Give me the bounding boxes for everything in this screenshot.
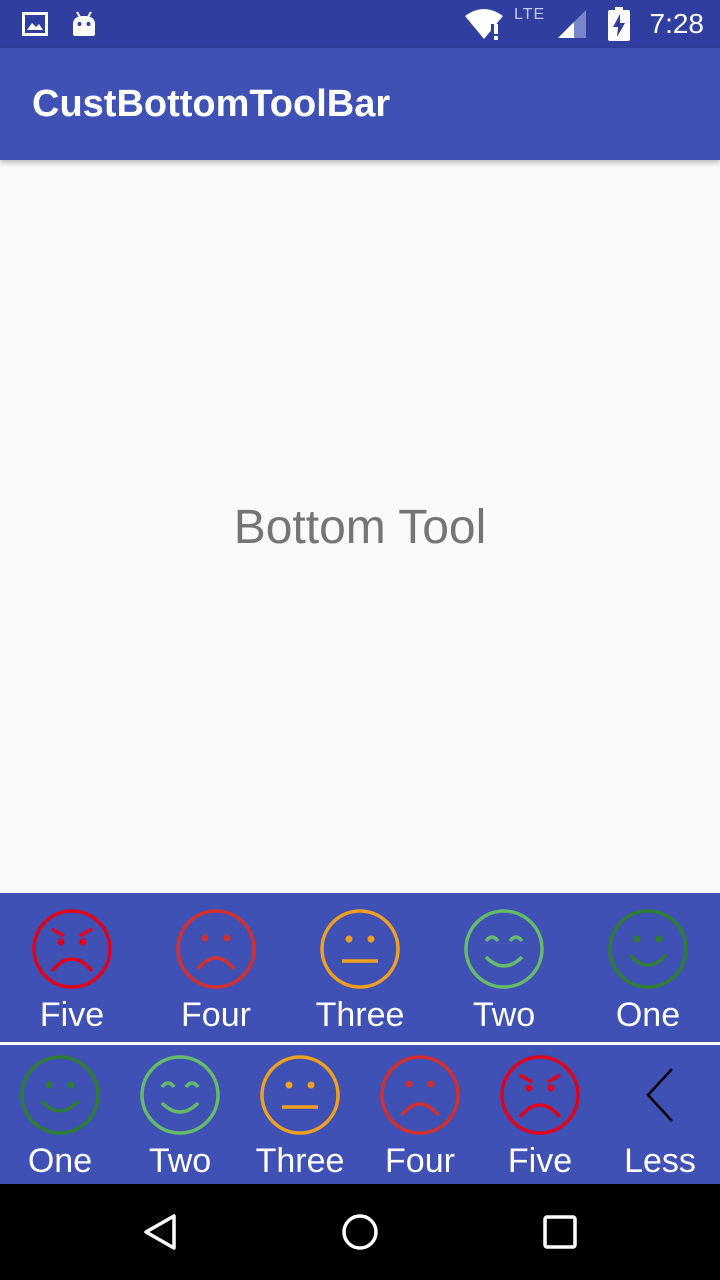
lte-label: LTE bbox=[514, 6, 546, 23]
main-content: Bottom Tool bbox=[0, 160, 720, 893]
content-text: Bottom Tool bbox=[233, 501, 487, 554]
sad-face-icon bbox=[176, 909, 256, 989]
toolbar-item-five[interactable]: Five bbox=[480, 1053, 600, 1181]
app-bar: CustBottomToolBar bbox=[0, 48, 720, 160]
toolbar-item-three[interactable]: Three bbox=[240, 1053, 360, 1181]
recents-icon bbox=[543, 1215, 577, 1249]
toolbar-label: Two bbox=[148, 1142, 212, 1180]
status-bar: LTE 7:28 bbox=[0, 0, 720, 48]
smile-face-icon bbox=[608, 909, 688, 989]
toolbar-label: Four bbox=[181, 996, 251, 1034]
toolbar-item-four[interactable]: Four bbox=[144, 907, 288, 1035]
status-time: 7:28 bbox=[649, 8, 705, 39]
back-button[interactable] bbox=[100, 1184, 220, 1280]
toolbar-label: Five bbox=[507, 1142, 573, 1180]
toolbar-label: One bbox=[27, 1142, 93, 1180]
sad-face-icon bbox=[380, 1055, 460, 1135]
neutral-face-icon bbox=[320, 909, 400, 989]
smiling-eyes-face-icon bbox=[140, 1055, 220, 1135]
smiling-eyes-face-icon bbox=[464, 909, 544, 989]
chevron-left-icon bbox=[646, 1068, 673, 1122]
very-angry-face-icon bbox=[500, 1055, 580, 1135]
system-nav-bar bbox=[0, 1184, 720, 1280]
neutral-face-icon bbox=[260, 1055, 340, 1135]
image-icon bbox=[22, 0, 48, 48]
app-title: CustBottomToolBar bbox=[32, 83, 391, 125]
very-angry-face-icon bbox=[32, 909, 112, 989]
toolbar-item-one[interactable]: One bbox=[0, 1053, 120, 1181]
android-icon bbox=[70, 0, 98, 48]
smile-face-icon bbox=[20, 1055, 100, 1135]
toolbar-item-three[interactable]: Three bbox=[288, 907, 432, 1035]
bottom-toolbar-top: Five Four Three Two One bbox=[0, 893, 720, 1042]
toolbar-label: Two bbox=[472, 996, 536, 1034]
toolbar-label: Three bbox=[315, 996, 405, 1034]
toolbar-item-two[interactable]: Two bbox=[432, 907, 576, 1035]
toolbar-label: One bbox=[615, 996, 681, 1034]
wifi-icon bbox=[464, 0, 504, 48]
toolbar-item-two[interactable]: Two bbox=[120, 1053, 240, 1181]
toolbar-item-less[interactable]: Less bbox=[600, 1053, 720, 1181]
back-icon bbox=[144, 1214, 176, 1250]
toolbar-label: Less bbox=[624, 1142, 696, 1180]
battery-charging-icon bbox=[608, 0, 630, 48]
bottom-toolbar-expanded: One Two Three Four Five Less bbox=[0, 1045, 720, 1184]
recents-button[interactable] bbox=[500, 1184, 620, 1280]
toolbar-label: Three bbox=[255, 1142, 345, 1180]
home-button[interactable] bbox=[300, 1184, 420, 1280]
home-icon bbox=[342, 1214, 378, 1250]
toolbar-item-one[interactable]: One bbox=[576, 907, 720, 1035]
lte-icon: LTE bbox=[514, 0, 545, 54]
toolbar-label: Five bbox=[39, 996, 105, 1034]
toolbar-label: Four bbox=[385, 1142, 455, 1180]
signal-icon bbox=[556, 0, 588, 48]
toolbar-item-five[interactable]: Five bbox=[0, 907, 144, 1035]
toolbar-item-four[interactable]: Four bbox=[360, 1053, 480, 1181]
